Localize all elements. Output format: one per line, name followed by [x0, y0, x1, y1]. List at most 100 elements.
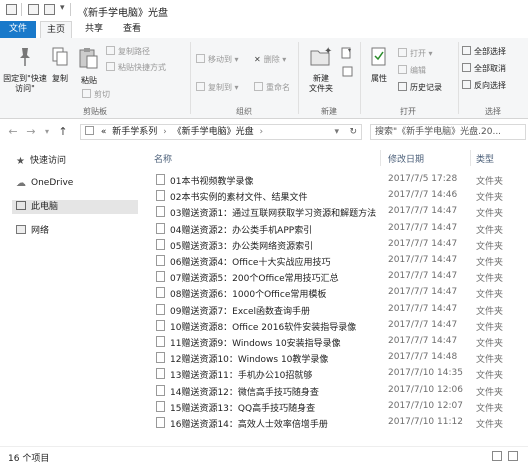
new-folder-button[interactable]: ✦ 新建 文件夹 [302, 46, 340, 94]
cut-label: 剪切 [94, 90, 110, 99]
copy-path-button[interactable]: 复制路径 [106, 46, 150, 58]
file-row[interactable]: 12赠送资源10：Windows 10教学录像 2017/7/7 14:48 文件夹 [150, 350, 528, 366]
new-folder-icon: ✦ [310, 46, 332, 66]
file-row[interactable]: 08赠送资源6：1000个Office常用模板 2017/7/7 14:47 文件夹 [150, 285, 528, 301]
breadcrumb-item[interactable]: 《新手学电脑》光盘 [173, 127, 254, 137]
file-folder-icon [156, 400, 165, 412]
tab-view[interactable]: 查看 [116, 21, 148, 38]
properties-button[interactable]: 属性 [364, 46, 394, 84]
tab-file[interactable]: 文件 [0, 21, 36, 38]
paste-shortcut-button[interactable]: 粘贴快捷方式 [106, 62, 166, 74]
file-type: 文件夹 [476, 274, 504, 285]
search-input[interactable]: 搜索"《新手学电脑》光盘.20... [370, 124, 526, 140]
file-row[interactable]: 11赠送资源9：Windows 10安装指导录像 2017/7/7 14:47 文件… [150, 334, 528, 350]
file-row[interactable]: 01本书视频教学录像 2017/7/5 17:28 文件夹 [150, 172, 528, 188]
file-row[interactable]: 15赠送资源13：QQ高手技巧随身查 2017/7/10 12:07 文件夹 [150, 399, 528, 415]
select-all-icon [462, 46, 471, 55]
new-folder-quick-icon[interactable] [44, 4, 55, 15]
column-header-type[interactable]: 类型 [476, 152, 494, 165]
file-row[interactable]: 16赠送资源14：高效人士效率倍增手册 2017/7/10 11:12 文件夹 [150, 415, 528, 431]
cut-button[interactable]: 剪切 [82, 89, 110, 101]
file-row[interactable]: 14赠送资源12：微信高手技巧随身查 2017/7/10 12:06 文件夹 [150, 383, 528, 399]
file-row[interactable]: 05赠送资源3：办公类网络资源索引 2017/7/7 14:47 文件夹 [150, 237, 528, 253]
file-row[interactable]: 04赠送资源2：办公类手机APP索引 2017/7/7 14:47 文件夹 [150, 221, 528, 237]
file-row[interactable]: 13赠送资源11：手机办公10招就够 2017/7/10 14:35 文件夹 [150, 366, 528, 382]
nav-item-label: 网络 [31, 226, 50, 236]
copy-button[interactable]: 复制 [48, 46, 72, 84]
breadcrumb-item[interactable]: 新手学系列 [112, 127, 157, 137]
file-modified-date: 2017/7/10 12:07 [388, 400, 463, 411]
back-arrow-icon[interactable]: ← [6, 125, 20, 139]
file-name: 11赠送资源9：Windows 10安装指导录像 [170, 339, 341, 349]
nav-item-onedrive[interactable]: ☁ OneDrive [16, 176, 73, 190]
file-modified-date: 2017/7/7 14:46 [388, 190, 458, 201]
tab-share[interactable]: 共享 [78, 21, 110, 38]
paste-button[interactable]: 粘贴 [76, 46, 102, 86]
file-modified-date: 2017/7/7 14:47 [388, 206, 458, 217]
select-none-button[interactable]: 全部取消 [462, 63, 506, 75]
tab-home[interactable]: 主页 [40, 21, 72, 39]
file-folder-icon [156, 271, 165, 283]
pin-quick-access-button[interactable]: 固定到"快速访问" [2, 46, 48, 94]
file-type: 文件夹 [476, 403, 504, 414]
forward-arrow-icon[interactable]: → [24, 125, 38, 139]
up-arrow-icon[interactable]: ↑ [56, 125, 70, 139]
nav-item-this-pc[interactable]: 此电脑 [12, 200, 138, 214]
large-icons-view-icon[interactable] [508, 451, 518, 461]
file-row[interactable]: 02本书实例的素材文件、结果文件 2017/7/7 14:46 文件夹 [150, 188, 528, 204]
file-type: 文件夹 [476, 306, 504, 317]
column-header-name[interactable]: 名称 [154, 152, 172, 165]
group-separator [298, 42, 299, 114]
file-name: 16赠送资源14：高效人士效率倍增手册 [170, 420, 328, 430]
invert-selection-button[interactable]: 反向选择 [462, 80, 506, 92]
address-dropdown-icon[interactable]: ▾ [334, 125, 339, 139]
file-row[interactable]: 10赠送资源8：Office 2016软件安装指导录像 2017/7/7 14:4… [150, 318, 528, 334]
computer-icon [16, 201, 26, 210]
file-name: 06赠送资源4：Office十大实战应用技巧 [170, 258, 331, 268]
file-name: 07赠送资源5：200个Office常用技巧汇总 [170, 274, 339, 285]
file-folder-icon [156, 303, 165, 315]
open-button[interactable]: 打开 ▾ [398, 48, 433, 60]
file-folder-icon [156, 190, 165, 202]
file-folder-icon [156, 336, 165, 347]
details-view-icon[interactable] [492, 451, 502, 461]
column-header-modified[interactable]: 修改日期 [388, 152, 424, 165]
recent-dropdown-icon[interactable]: ▾ [40, 125, 54, 139]
file-row[interactable]: 07赠送资源5：200个Office常用技巧汇总 2017/7/7 14:47 文件… [150, 269, 528, 285]
nav-item-network[interactable]: 网络 [16, 224, 49, 238]
address-bar[interactable]: « 新手学系列 › 《新手学电脑》光盘 › ▾ ↻ [80, 124, 362, 140]
move-to-button[interactable]: 移动到 ▾ [196, 54, 239, 66]
file-folder-icon [156, 352, 165, 364]
rename-button[interactable]: 重命名 [254, 82, 290, 94]
file-modified-date: 2017/7/7 14:47 [388, 271, 458, 282]
refresh-icon[interactable]: ↻ [349, 125, 357, 139]
file-folder-icon [156, 417, 165, 428]
history-button[interactable]: 历史记录 [398, 82, 442, 94]
window-title: 《新手学电脑》光盘 [78, 8, 168, 19]
nav-item-quick-access[interactable]: ★ 快速访问 [16, 154, 66, 168]
invert-selection-label: 反向选择 [474, 81, 506, 90]
breadcrumb-overflow[interactable]: « [101, 127, 107, 137]
column-divider[interactable] [380, 150, 381, 166]
file-row[interactable]: 09赠送资源7：Excel函数查询手册 2017/7/7 14:47 文件夹 [150, 302, 528, 318]
svg-text:✦: ✦ [324, 46, 332, 57]
file-row[interactable]: 06赠送资源4：Office十大实战应用技巧 2017/7/7 14:47 文件夹 [150, 253, 528, 269]
delete-button[interactable]: ✕ 删除 ▾ [254, 54, 286, 66]
easy-access-icon[interactable] [342, 66, 354, 78]
file-folder-icon [156, 206, 165, 218]
cloud-icon: ☁ [16, 178, 26, 189]
new-item-icon[interactable]: ▾ [340, 46, 354, 60]
properties-quick-icon[interactable] [28, 4, 39, 15]
file-type: 文件夹 [476, 290, 504, 301]
quick-access-dropdown-icon[interactable]: ▾ [60, 3, 65, 13]
edit-button[interactable]: 编辑 [398, 65, 426, 77]
column-divider[interactable] [470, 150, 471, 166]
copy-to-button[interactable]: 复制到 ▾ [196, 82, 239, 94]
file-name: 12赠送资源10：Windows 10教学录像 [170, 355, 329, 366]
file-row[interactable]: 03赠送资源1：通过互联网获取学习资源和解题方法 2017/7/7 14:47 文件… [150, 204, 528, 220]
select-all-button[interactable]: 全部选择 [462, 46, 506, 58]
paste-icon [79, 48, 98, 69]
history-icon [398, 82, 407, 91]
move-to-label: 移动到 [208, 55, 232, 64]
breadcrumb: 新手学系列 › 《新手学电脑》光盘 › [112, 127, 266, 137]
